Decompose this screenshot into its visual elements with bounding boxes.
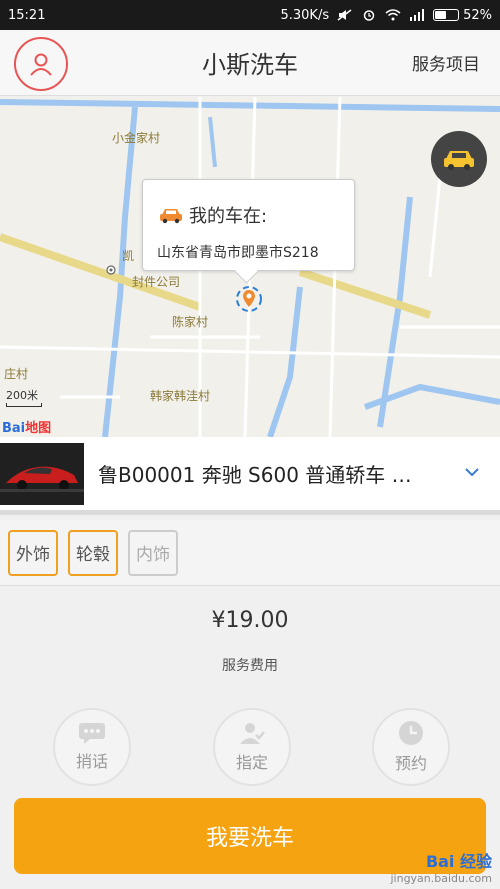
clock-icon <box>399 721 423 745</box>
bubble-address: 山东省青岛市即墨市S218 <box>157 245 319 261</box>
wifi-icon <box>385 9 401 21</box>
message-button[interactable]: 捎话 <box>53 708 131 786</box>
map-label: 庄村 <box>4 367 29 381</box>
service-price: ¥19.00 <box>211 608 289 633</box>
map-scale-label: 200米 <box>6 389 38 402</box>
car-icon <box>160 209 182 224</box>
map-label: 小金家村 <box>112 131 161 145</box>
assign-button[interactable]: 指定 <box>213 708 291 786</box>
location-pin-icon <box>236 286 262 312</box>
vehicle-description: 鲁B00001 奔驰 S600 普通轿车 … <box>98 463 412 487</box>
app-bar: 小斯洗车 服务项目 <box>0 30 500 96</box>
service-items-link[interactable]: 服务项目 <box>412 50 480 75</box>
car-photo <box>0 442 84 505</box>
mute-icon <box>337 9 352 21</box>
map-label: 凯 <box>122 249 135 263</box>
status-bar: 15:21 5.30K/s 52% <box>0 0 500 30</box>
signal-icon <box>410 9 425 21</box>
bubble-title-text: 我的车在: <box>189 206 268 227</box>
profile-button[interactable] <box>14 37 68 91</box>
map-label: 韩家韩洼村 <box>150 389 211 403</box>
car-location-bubble[interactable]: 我的车在: 山东省青岛市即墨市S218 <box>142 179 355 271</box>
message-label: 捎话 <box>75 752 108 771</box>
chevron-down-icon[interactable] <box>464 467 480 477</box>
car-icon <box>444 151 474 170</box>
status-time: 15:21 <box>8 7 46 23</box>
vehicle-selector[interactable]: 鲁B00001 奔驰 S600 普通轿车 … <box>0 437 500 515</box>
person-check-icon <box>240 723 265 744</box>
poi-icon <box>106 265 116 275</box>
map-scale-bar <box>6 403 42 407</box>
watermark: Bai 经验 jingyan.baidu.com <box>390 848 492 885</box>
service-price-label: 服务费用 <box>222 658 278 674</box>
battery-fill <box>435 11 446 19</box>
logo-right-text: 地图 <box>25 421 52 436</box>
reserve-label: 预约 <box>394 754 427 773</box>
baidu-map-logo: Bai地图 <box>2 417 51 436</box>
category-chip-wheels[interactable]: 轮毂 <box>68 529 118 576</box>
watermark-domain: jingyan.baidu.com <box>390 872 492 885</box>
action-row: 捎话 指定 预约 <box>0 708 500 786</box>
watermark-brand: Bai 经验 <box>425 852 492 871</box>
car-thumbnail <box>0 442 84 505</box>
category-chip-exterior[interactable]: 外饰 <box>8 529 58 576</box>
chat-icon <box>79 723 105 744</box>
map-view[interactable]: 小金家村 凯 封件公司 陈家村 庄村 韩家韩洼村 我的车在: 山东省青岛市即墨市… <box>0 97 500 437</box>
network-speed: 5.30K/s <box>280 7 330 23</box>
service-category-row: 外饰 轮毂 内饰 <box>0 520 500 586</box>
bubble-title: 我的车在: <box>159 202 267 228</box>
map-label: 陈家村 <box>172 315 209 329</box>
alarm-icon <box>363 10 375 21</box>
user-icon <box>30 53 52 76</box>
battery-indicator: 52% <box>433 8 492 23</box>
battery-text: 52% <box>463 7 492 23</box>
battery-icon <box>433 9 460 21</box>
logo-left-text: Bai <box>2 421 26 436</box>
map-label: 封件公司 <box>132 275 181 289</box>
locate-car-button[interactable] <box>431 131 487 187</box>
assign-label: 指定 <box>235 753 268 772</box>
category-chip-interior[interactable]: 内饰 <box>128 529 178 576</box>
reserve-button[interactable]: 预约 <box>372 708 450 786</box>
